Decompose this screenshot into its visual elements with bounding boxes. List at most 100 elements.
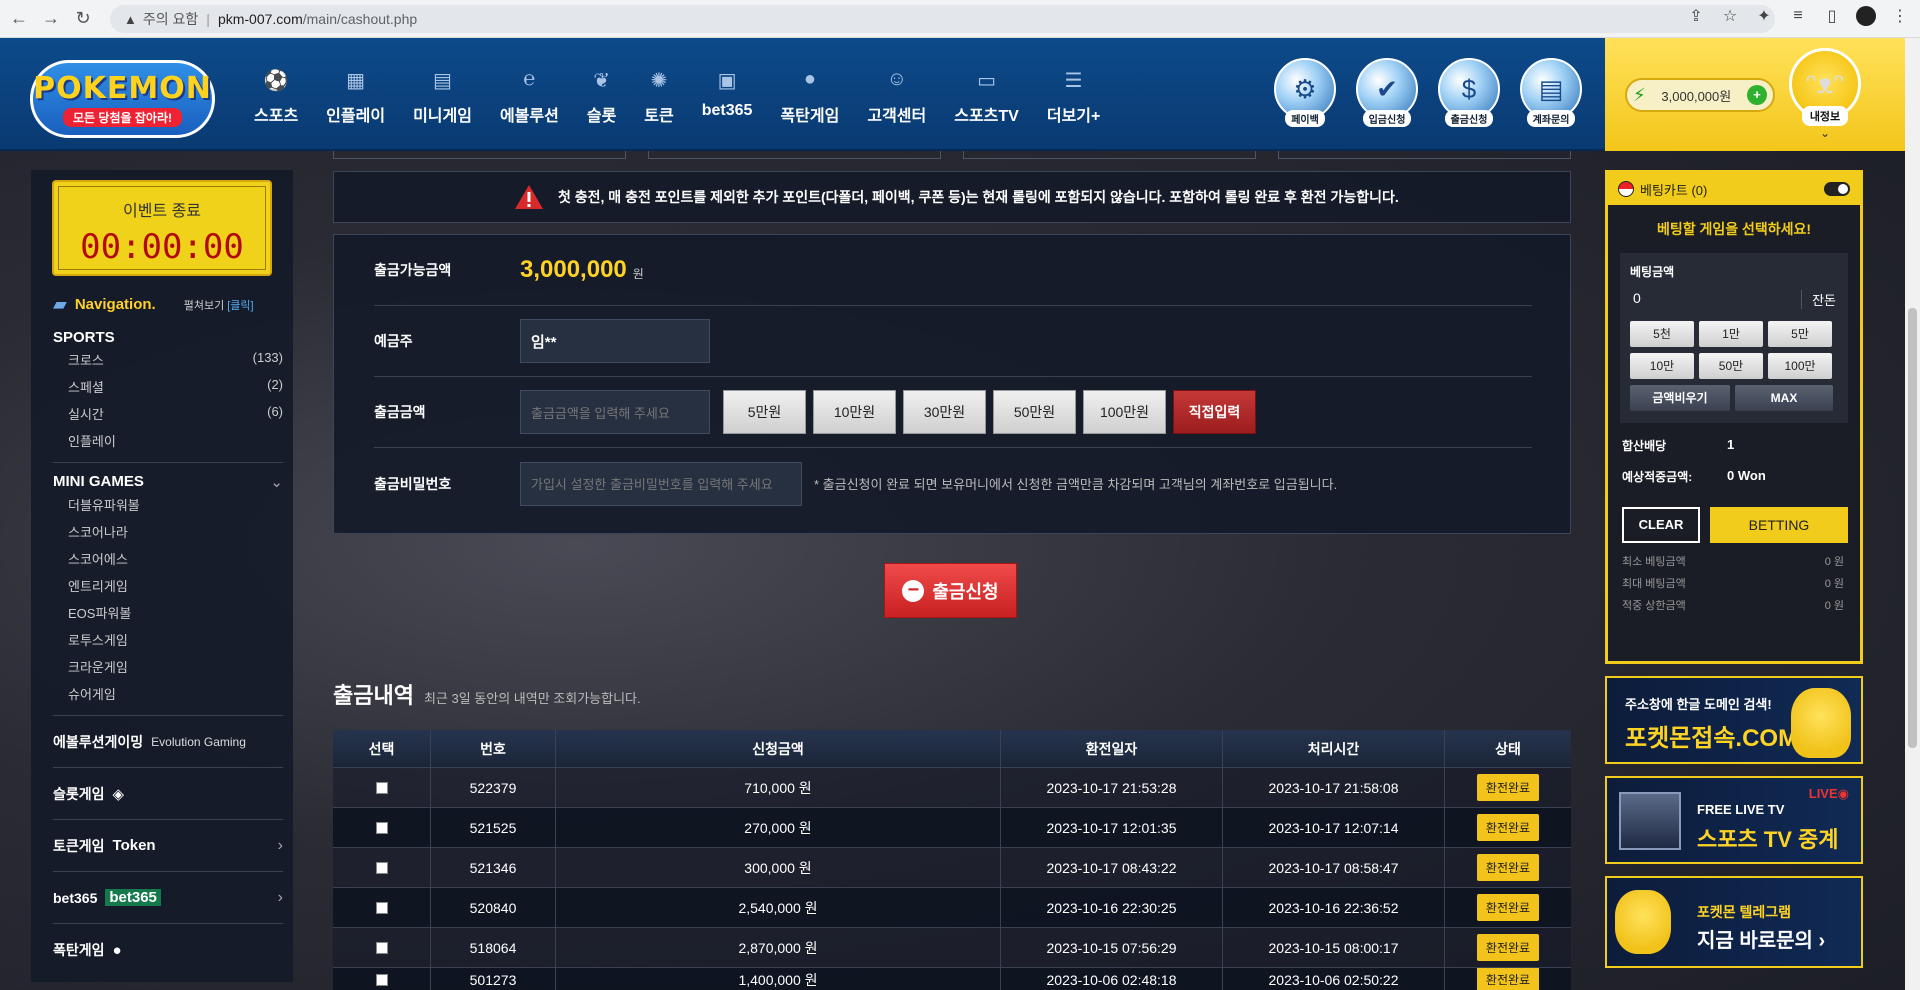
profile-avatar[interactable] xyxy=(1856,6,1876,26)
extensions-icon[interactable]: ✦ xyxy=(1754,6,1774,26)
quick-menu: ⚙ 페이백 ✔ 입금신청 $ 출금신청 ▤ 계좌문의 xyxy=(1270,58,1586,134)
row-checkbox[interactable] xyxy=(375,821,388,834)
cell-done: 2023-10-17 21:58:08 xyxy=(1223,768,1445,807)
status-badge: 환전완료 xyxy=(1476,814,1540,841)
direct-input-button[interactable]: 직접입력 xyxy=(1173,390,1256,434)
sidebar-item-mini[interactable]: 슈어게임 xyxy=(53,680,283,707)
back-arrow-icon[interactable]: ← xyxy=(6,6,32,32)
sidebar-item-live[interactable]: 실시간 (6) xyxy=(53,400,283,427)
bet-50k-button[interactable]: 5만 xyxy=(1768,321,1832,347)
sidebar-item-mini[interactable]: 엔트리게임 xyxy=(53,572,283,599)
expand-link[interactable]: [클릭] xyxy=(227,300,253,312)
amount-100k-button[interactable]: 10만원 xyxy=(813,390,896,434)
amount-500k-button[interactable]: 50만원 xyxy=(993,390,1076,434)
bet-1m-button[interactable]: 100만 xyxy=(1768,353,1832,379)
sidebar-link-token[interactable]: 토큰게임 Token › xyxy=(53,820,283,872)
slip-toggle[interactable] xyxy=(1824,182,1850,196)
media-icon[interactable]: ≡ xyxy=(1788,7,1808,25)
quick-account[interactable]: ▤ 계좌문의 xyxy=(1516,58,1586,134)
bet-5k-button[interactable]: 5천 xyxy=(1630,321,1694,347)
table-row: 521346 300,000 원 2023-10-17 08:43:22 202… xyxy=(333,848,1571,888)
bet-10k-button[interactable]: 1만 xyxy=(1699,321,1763,347)
nav-bet365[interactable]: ▣ bet365 xyxy=(688,68,767,126)
site-logo[interactable]: POKEMON 모든 당첨을 잡아라! xyxy=(30,60,215,138)
nav-inplay[interactable]: ▦ 인플레이 xyxy=(312,68,399,126)
row-checkbox[interactable] xyxy=(375,781,388,794)
address-bar[interactable]: ▲ 주의 요함 | pkm-007.com /main/cashout.php xyxy=(110,5,1775,33)
sidebar-item-mini[interactable]: 로투스게임 xyxy=(53,626,283,653)
sidebar-link-slot[interactable]: 슬롯게임 ◈ xyxy=(53,768,283,820)
telegram-banner[interactable]: 포켓몬 텔레그램 지금 바로문의 › xyxy=(1605,876,1863,968)
bet-amount-input[interactable]: 0 잔돈 xyxy=(1630,290,1838,309)
max-button[interactable]: MAX xyxy=(1735,385,1833,411)
sportstv-banner[interactable]: LIVE◉ FREE LIVE TV 스포츠 TV 중계 xyxy=(1605,776,1863,864)
withdraw-submit-button[interactable]: − 출금신청 xyxy=(884,563,1017,618)
nav-bomb[interactable]: ● 폭탄게임 xyxy=(766,68,853,126)
ladder-icon: ▤ xyxy=(433,70,452,92)
add-money-icon[interactable]: + xyxy=(1747,85,1767,105)
col-amount: 신청금액 xyxy=(556,730,1001,767)
sidebar-link-bet365[interactable]: bet365 bet365 › xyxy=(53,872,283,924)
balance-button[interactable]: 잔돈 xyxy=(1801,290,1836,309)
mypage-button[interactable]: ᵔᴥᵔ 내정보 ⌄ xyxy=(1785,48,1865,144)
sidebar-link-evolution[interactable]: 에볼루션게이밍 Evolution Gaming xyxy=(53,716,283,768)
clear-button[interactable]: CLEAR xyxy=(1622,507,1700,543)
quick-payback[interactable]: ⚙ 페이백 xyxy=(1270,58,1340,134)
item-label: 크로스 xyxy=(68,353,104,368)
bookmark-star-icon[interactable]: ☆ xyxy=(1720,6,1740,26)
nav-slot[interactable]: ❦ 슬롯 xyxy=(573,68,630,126)
minigames-group: MINI GAMES ⌄ 더블유파워볼 스코어나라 스코어에스 엔트리게임 EOS… xyxy=(53,473,283,707)
amount-300k-button[interactable]: 30만원 xyxy=(903,390,986,434)
amount-1m-button[interactable]: 100만원 xyxy=(1083,390,1166,434)
quick-withdraw[interactable]: $ 출금신청 xyxy=(1434,58,1504,134)
nav-sportstv[interactable]: ▭ 스포츠TV xyxy=(940,68,1033,126)
nav-label: 폭탄게임 xyxy=(780,108,840,125)
sidebar-item-mini[interactable]: 크라운게임 xyxy=(53,653,283,680)
share-icon[interactable]: ⇪ xyxy=(1686,6,1706,26)
sidebar-item-mini[interactable]: 스코어에스 xyxy=(53,545,283,572)
row-checkbox[interactable] xyxy=(375,861,388,874)
sidebar-link-bomb[interactable]: 폭탄게임 ● xyxy=(53,924,283,976)
forward-arrow-icon[interactable]: → xyxy=(38,6,64,32)
sidebar-item-cross[interactable]: 크로스 (133) xyxy=(53,346,283,373)
col-date: 환전일자 xyxy=(1001,730,1223,767)
scrollbar-thumb[interactable] xyxy=(1908,308,1917,748)
quick-deposit[interactable]: ✔ 입금신청 xyxy=(1352,58,1422,134)
nav-evolution[interactable]: ℮ 에볼루션 xyxy=(486,68,573,126)
minigames-header[interactable]: MINI GAMES ⌄ xyxy=(53,473,283,491)
status-badge: 환전완료 xyxy=(1476,894,1540,921)
page-scrollbar[interactable] xyxy=(1905,38,1920,990)
sidebar-item-mini[interactable]: 스코어나라 xyxy=(53,518,283,545)
amount-50k-button[interactable]: 5만원 xyxy=(723,390,806,434)
expand-toggle[interactable]: 펼쳐보기 [클릭] xyxy=(184,297,254,313)
table-row: 520840 2,540,000 원 2023-10-16 22:30:25 2… xyxy=(333,888,1571,928)
row-checkbox[interactable] xyxy=(375,973,388,986)
cell-amount: 2,540,000 원 xyxy=(556,888,1001,927)
sidebar-item-mini[interactable]: 더블유파워볼 xyxy=(53,491,283,518)
nav-token[interactable]: ✺ 토큰 xyxy=(630,68,687,126)
bet-100k-button[interactable]: 10만 xyxy=(1630,353,1694,379)
sidebar-item-special[interactable]: 스페셜 (2) xyxy=(53,373,283,400)
row-checkbox[interactable] xyxy=(375,901,388,914)
bet-500k-button[interactable]: 50만 xyxy=(1699,353,1763,379)
menu-kebab-icon[interactable]: ⋮ xyxy=(1890,6,1910,26)
betting-button[interactable]: BETTING xyxy=(1710,507,1848,543)
nav-sports[interactable]: ⚽ 스포츠 xyxy=(240,68,312,126)
history-header: 출금내역 최근 3일 동안의 내역만 조회가능합니다. xyxy=(333,678,641,710)
domain-banner[interactable]: 주소창에 한글 도메인 검색! 포켓몬접속.COM xyxy=(1605,676,1863,764)
col-processed: 처리시간 xyxy=(1223,730,1445,767)
nav-header: ▰ Navigation. 펼쳐보기 [클릭] xyxy=(53,294,293,315)
nav-label: 에볼루션 xyxy=(499,108,559,125)
row-checkbox[interactable] xyxy=(375,941,388,954)
reload-icon[interactable]: ↻ xyxy=(70,6,96,32)
bet-slip-header: 베팅카트 (0) xyxy=(1608,173,1860,205)
password-input[interactable]: 가입시 설정한 출금비밀번호를 입력해 주세요 xyxy=(520,461,802,506)
nav-minigame[interactable]: ▤ 미니게임 xyxy=(399,68,486,126)
nav-support[interactable]: ☺ 고객센터 xyxy=(853,68,940,126)
sidebar-item-mini[interactable]: EOS파워볼 xyxy=(53,599,283,626)
nav-more[interactable]: ☰ 더보기+ xyxy=(1033,68,1115,126)
sidepanel-icon[interactable]: ▯ xyxy=(1822,6,1842,26)
amount-input[interactable]: 출금금액을 입력해 주세요 xyxy=(520,390,710,434)
clear-amount-button[interactable]: 금액비우기 xyxy=(1630,385,1730,411)
sidebar-item-inplay[interactable]: 인플레이 xyxy=(53,427,283,454)
